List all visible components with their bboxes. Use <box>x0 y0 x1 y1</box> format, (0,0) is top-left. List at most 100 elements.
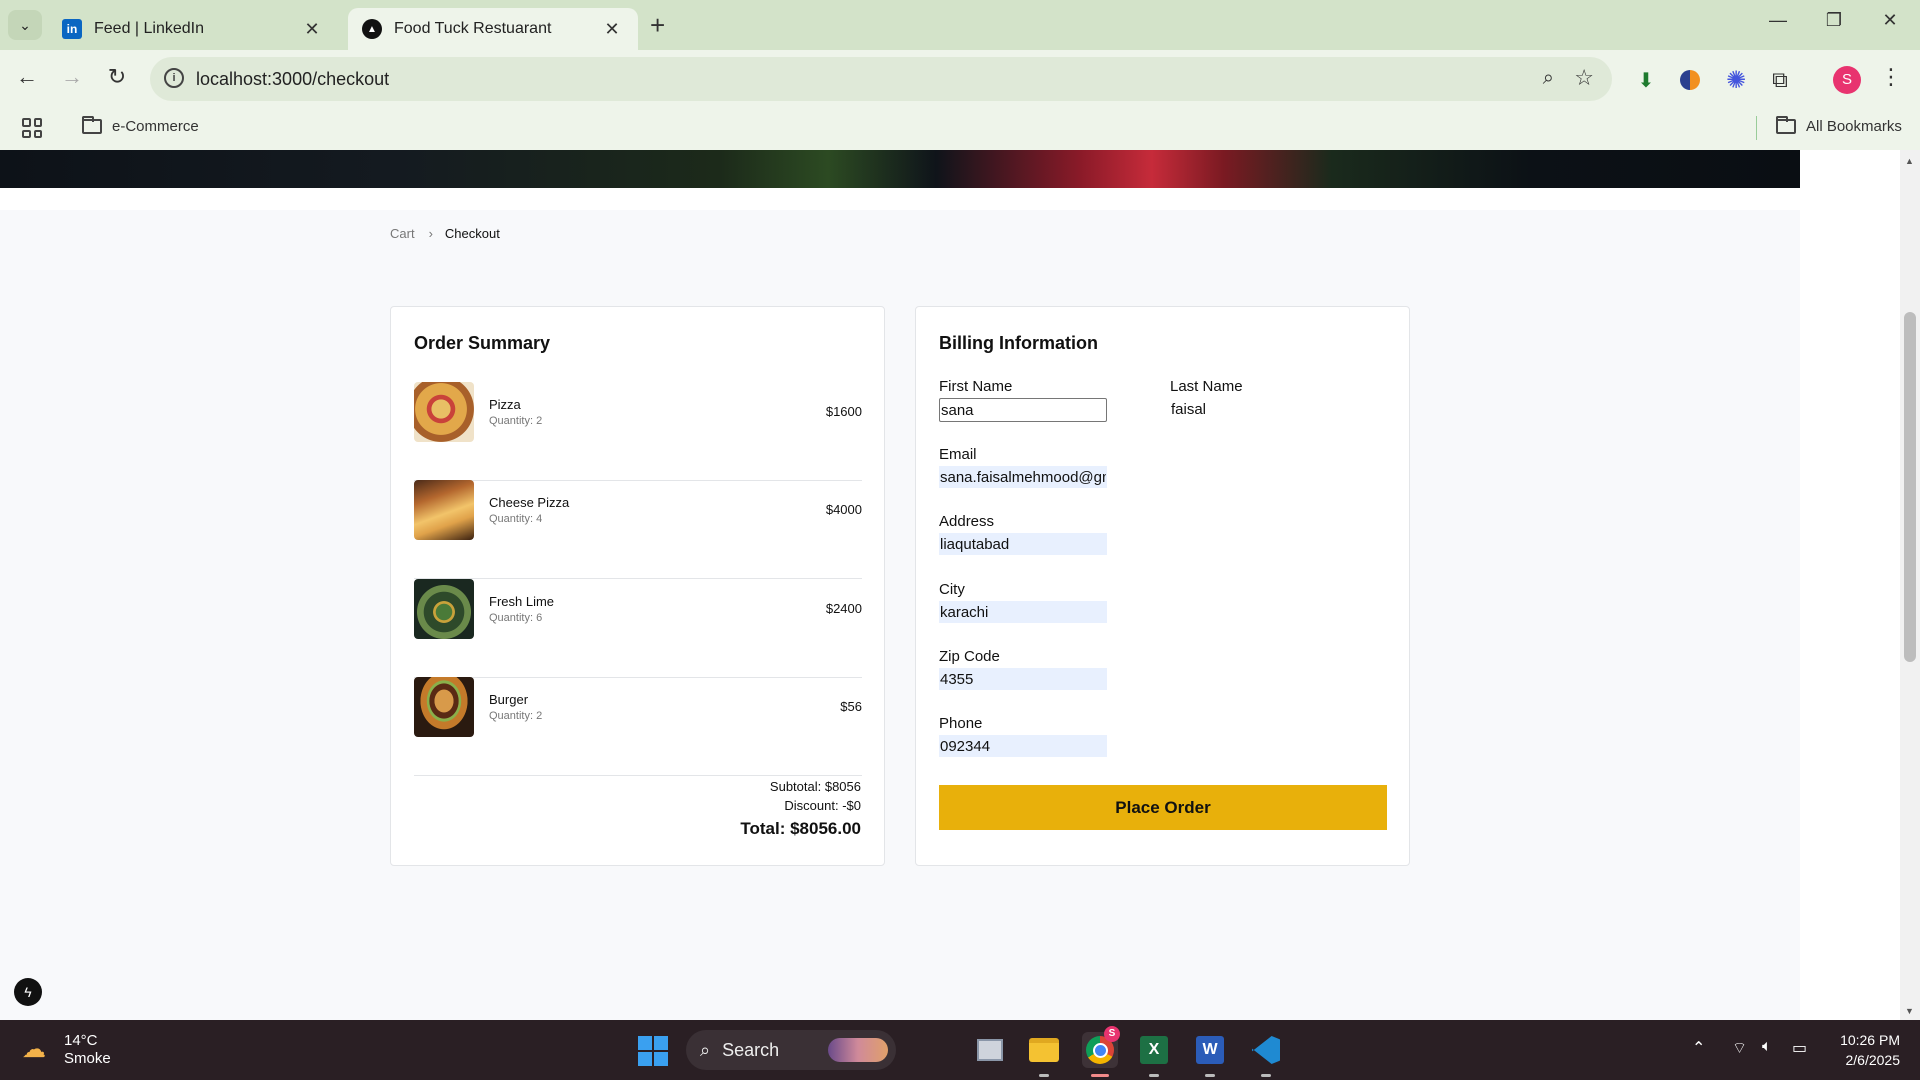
nextjs-dev-indicator-icon[interactable]: ϟ <box>14 978 42 1006</box>
bookmark-label: All Bookmarks <box>1806 118 1902 135</box>
download-icon[interactable]: ⬇ <box>1632 66 1660 94</box>
search-highlight-image <box>828 1038 888 1062</box>
item-name: Cheese Pizza <box>489 495 570 510</box>
page-margin <box>1800 150 1900 1020</box>
tab-search-button[interactable]: ⌄ <box>8 10 42 40</box>
email-label: Email <box>939 446 977 463</box>
tab-strip: ⌄ in Feed | LinkedIn ✕ ▲ Food Tuck Restu… <box>0 0 1920 50</box>
order-total: Total: $8056.00 <box>740 819 861 838</box>
volume-icon[interactable]: 🔈︎ <box>1762 1038 1772 1056</box>
wifi-icon[interactable]: ⌔ <box>1732 1038 1747 1058</box>
folder-icon <box>1029 1038 1059 1062</box>
apps-grid-icon[interactable] <box>22 118 42 138</box>
address-bar[interactable]: i localhost:3000/checkout ⌕ ☆ <box>150 57 1612 101</box>
list-item: Pizza Quantity: 2 $1600 <box>414 382 862 481</box>
email-field[interactable] <box>939 466 1107 488</box>
list-item: Burger Quantity: 2 $56 <box>414 677 862 776</box>
last-name-group: Last Name <box>1170 378 1338 420</box>
folder-icon <box>1776 116 1796 134</box>
vscode-button[interactable] <box>1248 1032 1284 1077</box>
page-scrollbar[interactable]: ▲ ▼ <box>1900 150 1920 1020</box>
task-view-button[interactable] <box>972 1032 1008 1068</box>
bookmarks-bar: e-Commerce All Bookmarks <box>0 108 1920 150</box>
item-quantity: Quantity: 6 <box>489 612 543 624</box>
address-field[interactable] <box>939 533 1107 555</box>
tab-food-tuck[interactable]: ▲ Food Tuck Restuarant ✕ <box>348 8 638 50</box>
excel-icon: X <box>1140 1036 1168 1064</box>
forward-button[interactable]: → <box>57 64 87 90</box>
vscode-icon <box>1252 1036 1280 1064</box>
start-button[interactable] <box>638 1036 668 1066</box>
scrollbar-thumb[interactable] <box>1904 312 1916 662</box>
scroll-down-icon[interactable]: ▼ <box>1905 1006 1914 1016</box>
excel-button[interactable]: X <box>1136 1032 1172 1077</box>
bookmark-folder-ecommerce[interactable]: e-Commerce <box>82 116 199 135</box>
battery-icon[interactable]: ▭ <box>1792 1038 1807 1058</box>
system-clock[interactable]: 10:26 PM 2/6/2025 <box>1820 1030 1900 1070</box>
folder-icon <box>82 116 102 134</box>
back-button[interactable]: ← <box>12 64 42 90</box>
item-quantity: Quantity: 2 <box>489 710 543 722</box>
hero-band <box>0 188 1800 210</box>
reload-button[interactable]: ↻ <box>102 64 132 90</box>
subtotal: Subtotal: $8056 <box>769 779 861 794</box>
discount: Discount: -$0 <box>784 798 861 813</box>
close-icon[interactable]: ✕ <box>600 19 624 40</box>
first-name-field[interactable] <box>939 398 1107 422</box>
weather-widget[interactable]: ☁ 14°C Smoke <box>22 1032 111 1068</box>
nextjs-icon: ▲ <box>362 19 382 39</box>
phone-field[interactable] <box>939 735 1107 757</box>
last-name-label: Last Name <box>1170 378 1243 395</box>
minimize-button[interactable]: — <box>1758 10 1798 31</box>
chevron-down-icon: ⌄ <box>19 16 31 33</box>
bookmark-star-icon[interactable]: ☆ <box>1574 65 1594 91</box>
all-bookmarks[interactable]: All Bookmarks <box>1776 116 1902 135</box>
close-window-button[interactable]: ✕ <box>1870 10 1910 31</box>
browser-menu-icon[interactable]: ⋮ <box>1880 64 1902 90</box>
scroll-up-icon[interactable]: ▲ <box>1905 156 1914 166</box>
chrome-button[interactable]: S <box>1082 1026 1120 1077</box>
list-item: Fresh Lime Quantity: 6 $2400 <box>414 579 862 678</box>
phone-group: Phone <box>939 715 1107 757</box>
new-tab-button[interactable]: + <box>650 12 665 38</box>
breadcrumb-current: Checkout <box>444 226 500 241</box>
chevron-right-icon: › <box>428 226 433 241</box>
email-group: Email <box>939 446 1107 488</box>
tab-linkedin[interactable]: in Feed | LinkedIn ✕ <box>48 8 338 50</box>
city-field[interactable] <box>939 601 1107 623</box>
order-summary-title: Order Summary <box>414 333 551 353</box>
order-summary-card: Order Summary Pizza Quantity: 2 $1600 Ch… <box>390 306 885 866</box>
word-button[interactable]: W <box>1192 1032 1228 1077</box>
chrome-profile-badge: S <box>1104 1026 1120 1042</box>
site-info-icon[interactable]: i <box>164 68 184 88</box>
chevron-up-icon[interactable]: ⌃ <box>1692 1038 1705 1058</box>
billing-information-card: Billing Information First Name Last Name… <box>915 306 1410 866</box>
page-viewport: Cart › Checkout Order Summary Pizza Quan… <box>0 150 1920 1020</box>
item-price: $2400 <box>825 601 862 616</box>
pizza-image <box>414 382 474 442</box>
zip-field[interactable] <box>939 668 1107 690</box>
item-price: $4000 <box>825 502 862 517</box>
item-quantity: Quantity: 4 <box>489 513 543 525</box>
tab-title: Food Tuck Restuarant <box>394 20 552 37</box>
fresh-lime-image <box>414 579 474 639</box>
extensions-puzzle-icon[interactable]: ⧉ <box>1766 66 1794 94</box>
extension-icon[interactable] <box>1676 66 1704 94</box>
last-name-field[interactable] <box>1170 398 1338 420</box>
zoom-icon[interactable]: ⌕ <box>1543 67 1554 90</box>
extension-spark-icon[interactable]: ✺ <box>1722 66 1750 94</box>
cheese-pizza-image <box>414 480 474 540</box>
profile-avatar[interactable]: S <box>1833 66 1861 94</box>
restore-button[interactable]: ❐ <box>1814 10 1854 31</box>
taskbar-search[interactable]: ⌕ Search <box>686 1030 896 1070</box>
place-order-button[interactable]: Place Order <box>939 785 1387 830</box>
weather-desc: Smoke <box>64 1050 111 1067</box>
weather-temp: 14°C <box>64 1032 98 1049</box>
breadcrumb-cart-link[interactable]: Cart <box>390 226 415 241</box>
billing-title: Billing Information <box>939 333 1098 353</box>
close-icon[interactable]: ✕ <box>300 19 324 40</box>
url-text[interactable]: localhost:3000/checkout <box>196 69 389 90</box>
file-explorer-button[interactable] <box>1026 1032 1062 1077</box>
search-icon: ⌕ <box>700 1039 711 1060</box>
linkedin-icon: in <box>62 19 82 39</box>
